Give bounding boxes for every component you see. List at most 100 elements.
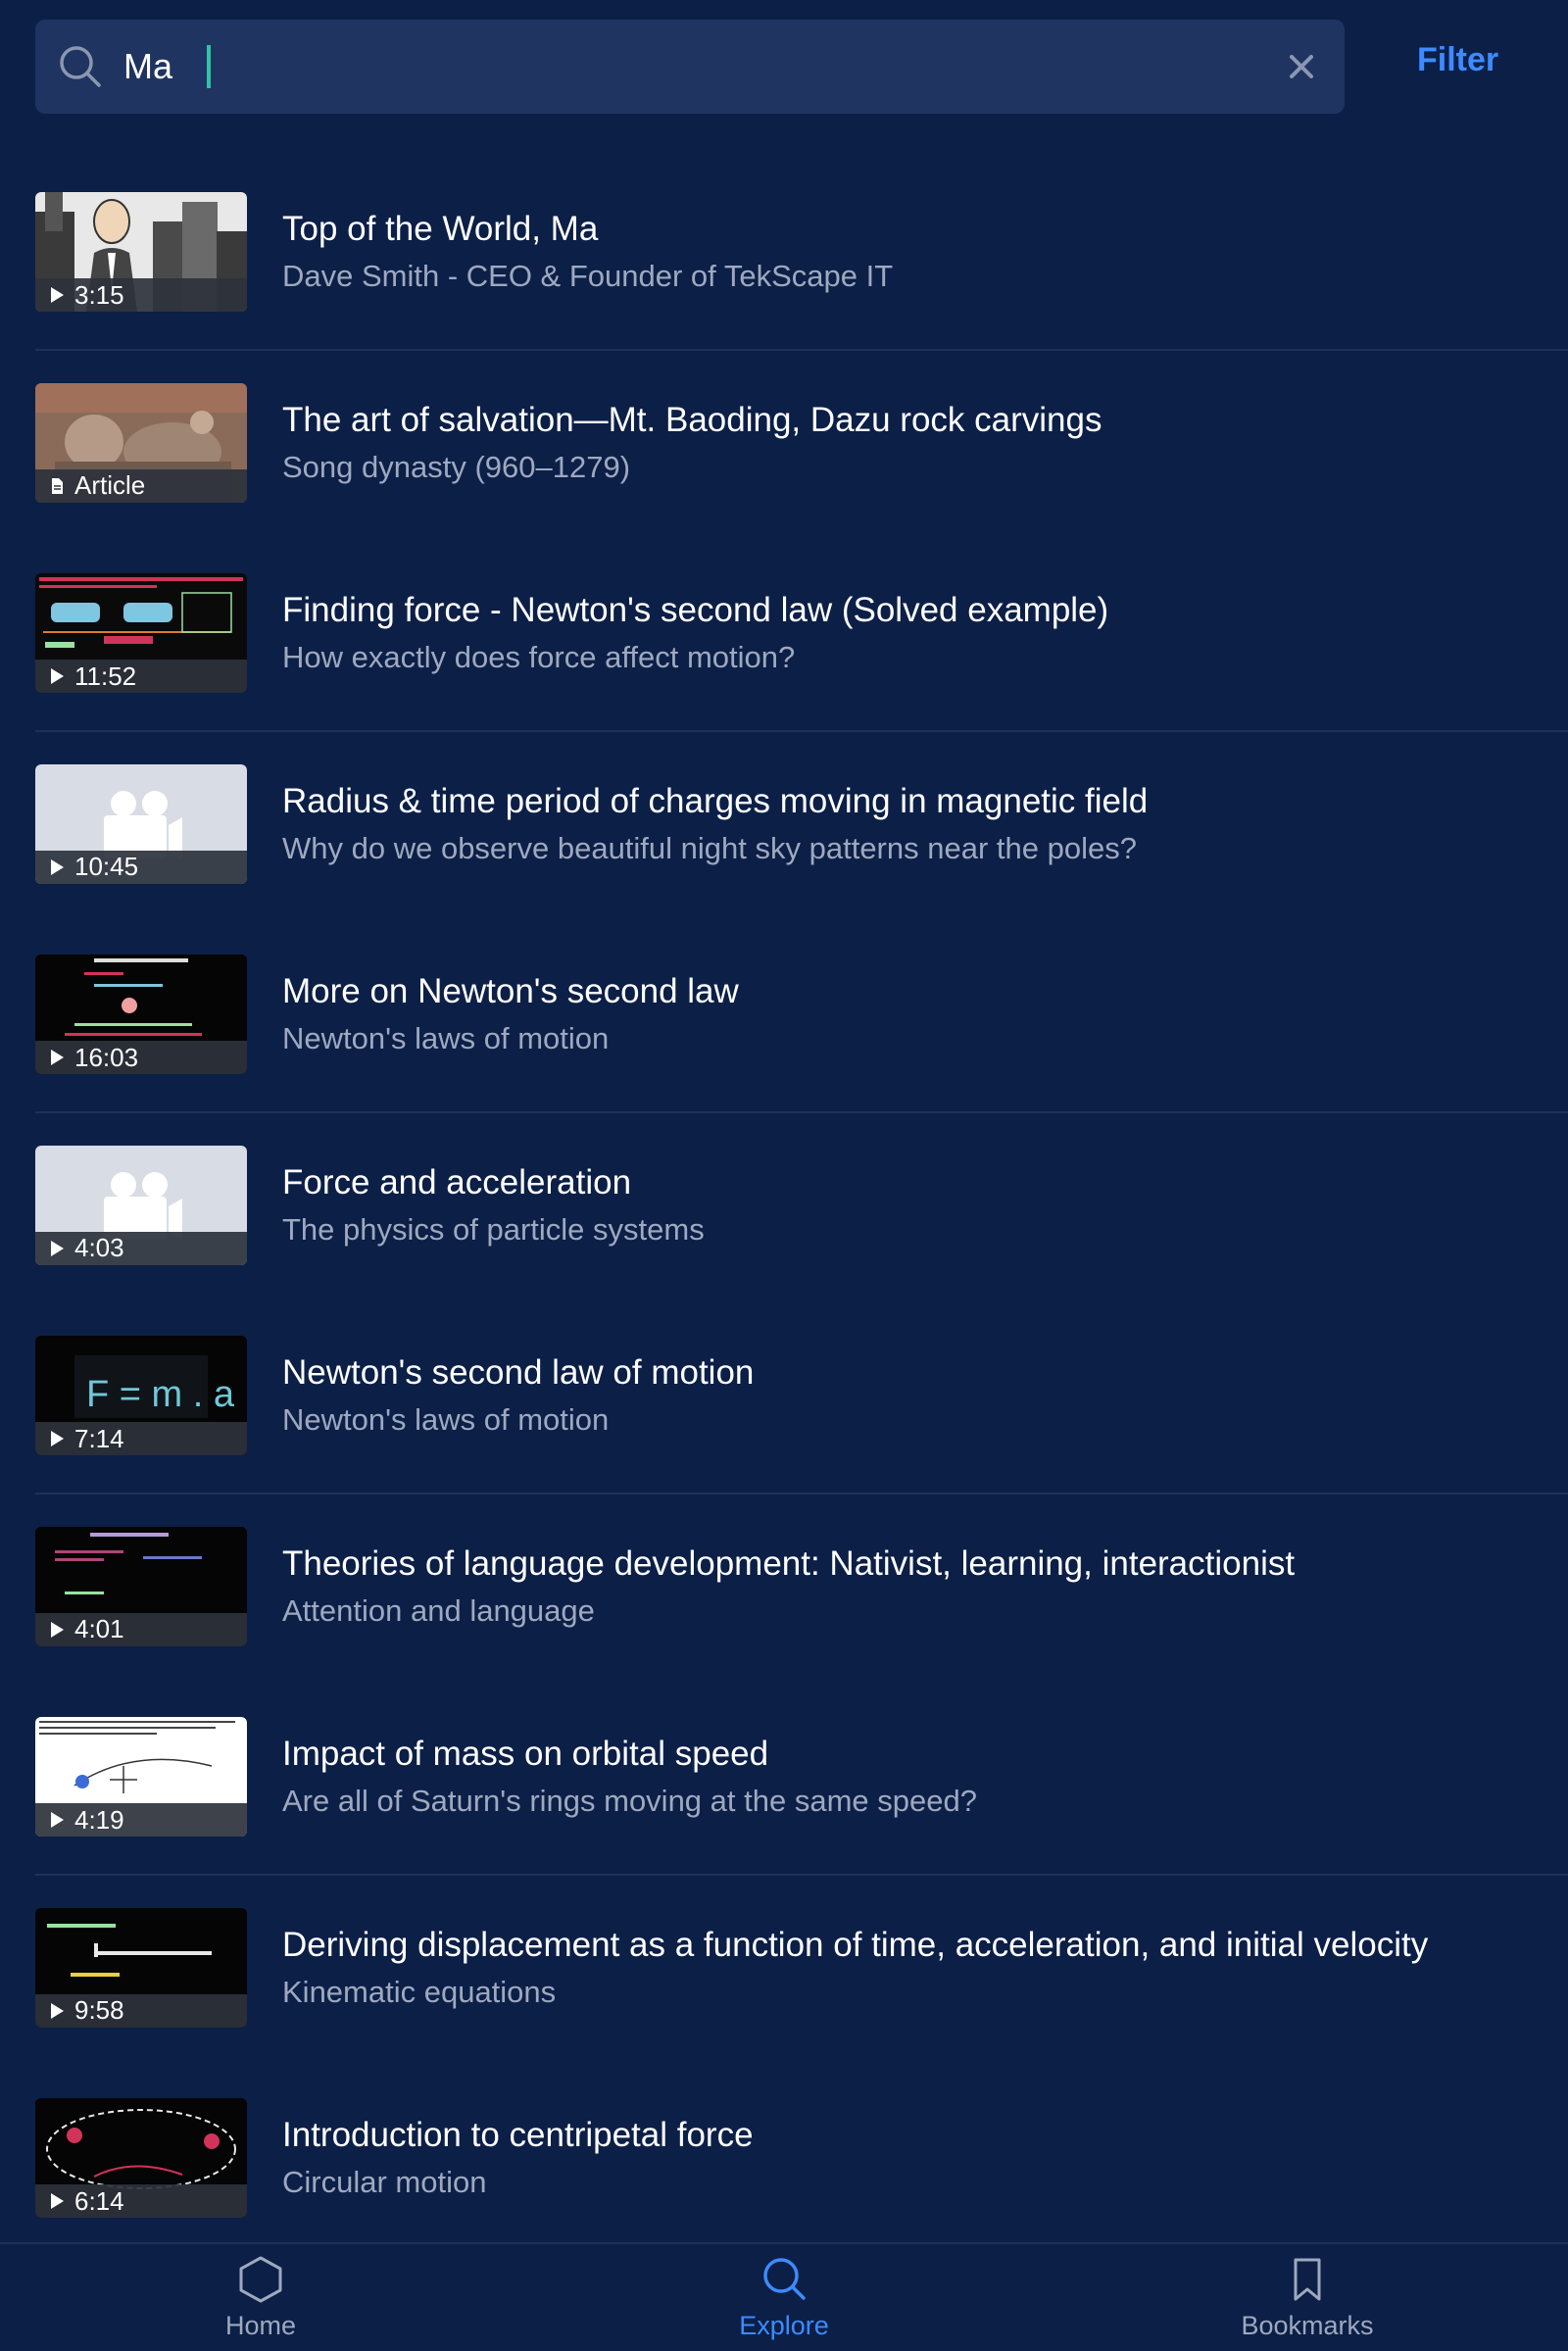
nav-bookmarks-label: Bookmarks bbox=[1241, 2311, 1374, 2340]
document-icon bbox=[52, 477, 63, 494]
list-item[interactable]: 16:03 More on Newton's second law Newton… bbox=[0, 955, 1568, 1146]
divider bbox=[35, 349, 1568, 351]
play-icon bbox=[51, 1812, 64, 1828]
duration-text: 10:45 bbox=[74, 852, 139, 881]
duration-badge: 10:45 bbox=[35, 850, 247, 884]
play-icon bbox=[51, 1050, 64, 1065]
list-item[interactable]: 10:45 Radius & time period of charges mo… bbox=[0, 763, 1568, 955]
nav-bookmarks[interactable]: Bookmarks bbox=[1160, 2244, 1454, 2351]
result-subtitle: How exactly does force affect motion? bbox=[282, 640, 796, 674]
nav-explore-label: Explore bbox=[739, 2311, 829, 2340]
results-list: 3:15 Top of the World, Ma Dave Smith - C… bbox=[0, 192, 1568, 2289]
app-root: Filter 3:15 bbox=[0, 0, 1568, 2351]
result-title: Finding force - Newton's second law (Sol… bbox=[282, 591, 1109, 629]
list-item[interactable]: 3:15 Top of the World, Ma Dave Smith - C… bbox=[0, 192, 1568, 383]
duration-badge: 16:03 bbox=[35, 1041, 247, 1074]
result-subtitle: Newton's laws of motion bbox=[282, 1021, 610, 1055]
thumbnail: 9:58 bbox=[35, 1907, 247, 2028]
formula-text: F = m . a bbox=[86, 1374, 235, 1415]
result-title: Top of the World, Ma bbox=[282, 210, 599, 248]
duration-text: 7:14 bbox=[74, 1423, 124, 1453]
thumbnail: 4:03 bbox=[35, 1145, 247, 1265]
thumbnail: F = m . a 7:14 bbox=[35, 1336, 247, 1455]
search-box[interactable] bbox=[35, 20, 1345, 114]
play-icon bbox=[51, 2002, 64, 2019]
result-title: The art of salvation—Mt. Baoding, Dazu r… bbox=[282, 400, 1102, 439]
bottom-navigation: Home Explore Bookmarks bbox=[0, 2242, 1568, 2351]
duration-badge: 4:03 bbox=[35, 1231, 247, 1265]
thumbnail: 16:03 bbox=[35, 955, 247, 1074]
list-item[interactable]: 9:58 Deriving displacement as a function… bbox=[0, 1907, 1568, 2099]
thumbnail: Article bbox=[35, 382, 247, 503]
bookmark-icon bbox=[1294, 2258, 1321, 2301]
nav-home[interactable]: Home bbox=[114, 2244, 408, 2351]
duration-badge: 11:52 bbox=[35, 660, 247, 693]
duration-badge: 6:14 bbox=[35, 2184, 247, 2218]
duration-text: 4:03 bbox=[74, 1233, 124, 1262]
duration-text: 4:01 bbox=[74, 1614, 124, 1643]
list-item[interactable]: Article The art of salvation—Mt. Baoding… bbox=[0, 382, 1568, 574]
result-title: Newton's second law of motion bbox=[282, 1353, 755, 1392]
list-item[interactable]: 11:52 Finding force - Newton's second la… bbox=[0, 573, 1568, 764]
result-subtitle: Song dynasty (960–1279) bbox=[282, 449, 631, 484]
text-caret bbox=[207, 45, 211, 88]
duration-text: 16:03 bbox=[74, 1042, 139, 1072]
search-icon bbox=[60, 46, 101, 87]
result-title: Impact of mass on orbital speed bbox=[282, 1735, 769, 1773]
play-icon bbox=[51, 858, 64, 875]
result-subtitle: Newton's laws of motion bbox=[282, 1402, 610, 1437]
result-title: Force and acceleration bbox=[282, 1162, 632, 1201]
divider bbox=[35, 730, 1568, 732]
result-title: Radius & time period of charges moving i… bbox=[282, 781, 1149, 820]
duration-badge: 4:19 bbox=[35, 1803, 247, 1837]
list-item[interactable]: 4:19 Impact of mass on orbital speed Are… bbox=[0, 1717, 1568, 1908]
thumbnail: 4:01 bbox=[35, 1526, 247, 1646]
list-item[interactable]: 4:01 Theories of language development: N… bbox=[0, 1526, 1568, 1718]
play-icon bbox=[51, 1621, 64, 1638]
article-badge: Article bbox=[35, 468, 247, 503]
badge-text: Article bbox=[74, 470, 146, 500]
result-subtitle: The physics of particle systems bbox=[282, 1211, 705, 1247]
result-subtitle: Are all of Saturn's rings moving at the … bbox=[282, 1784, 977, 1818]
search-row: Filter bbox=[35, 20, 1568, 114]
duration-badge: 7:14 bbox=[35, 1422, 247, 1455]
result-subtitle: Dave Smith - CEO & Founder of TekScape I… bbox=[282, 259, 894, 293]
result-subtitle: Why do we observe beautiful night sky pa… bbox=[282, 830, 1137, 865]
search-input[interactable] bbox=[123, 33, 1201, 100]
play-icon bbox=[51, 2193, 64, 2209]
result-title: More on Newton's second law bbox=[282, 972, 739, 1010]
thumbnail: 11:52 bbox=[35, 573, 247, 693]
result-subtitle: Kinematic equations bbox=[282, 1974, 557, 2009]
result-subtitle: Attention and language bbox=[282, 1592, 595, 1628]
thumbnail: 3:15 bbox=[35, 192, 247, 312]
divider bbox=[35, 1874, 1568, 1876]
duration-text: 4:19 bbox=[74, 1804, 124, 1835]
divider bbox=[35, 1111, 1568, 1113]
thumbnail: 6:14 bbox=[35, 2098, 247, 2218]
close-icon bbox=[1290, 55, 1313, 78]
list-item[interactable]: 4:03 Force and acceleration The physics … bbox=[0, 1145, 1568, 1337]
result-title: Deriving displacement as a function of t… bbox=[282, 1925, 1429, 1964]
duration-text: 9:58 bbox=[74, 1995, 124, 2025]
duration-badge: 3:15 bbox=[35, 278, 247, 312]
duration-text: 6:14 bbox=[74, 2185, 124, 2216]
nav-home-label: Home bbox=[224, 2311, 297, 2340]
result-title: Introduction to centripetal force bbox=[282, 2116, 754, 2154]
duration-badge: 9:58 bbox=[35, 1993, 247, 2028]
thumbnail: 4:19 bbox=[35, 1717, 247, 1837]
clear-search-button[interactable] bbox=[1282, 47, 1321, 86]
search-icon bbox=[763, 2258, 806, 2300]
duration-badge: 4:01 bbox=[35, 1612, 247, 1646]
list-item[interactable]: F = m . a 7:14 Newton's second law of mo… bbox=[0, 1336, 1568, 1527]
play-icon bbox=[51, 668, 64, 684]
hexagon-icon bbox=[239, 2256, 282, 2303]
duration-text: 3:15 bbox=[74, 279, 124, 310]
filter-button[interactable]: Filter bbox=[1417, 41, 1498, 92]
play-icon bbox=[51, 1431, 64, 1446]
play-icon bbox=[51, 287, 64, 303]
divider bbox=[35, 1493, 1568, 1494]
nav-explore[interactable]: Explore bbox=[637, 2244, 931, 2351]
result-subtitle: Circular motion bbox=[282, 2165, 487, 2199]
result-title: Theories of language development: Nativi… bbox=[282, 1543, 1296, 1583]
play-icon bbox=[51, 1240, 64, 1256]
